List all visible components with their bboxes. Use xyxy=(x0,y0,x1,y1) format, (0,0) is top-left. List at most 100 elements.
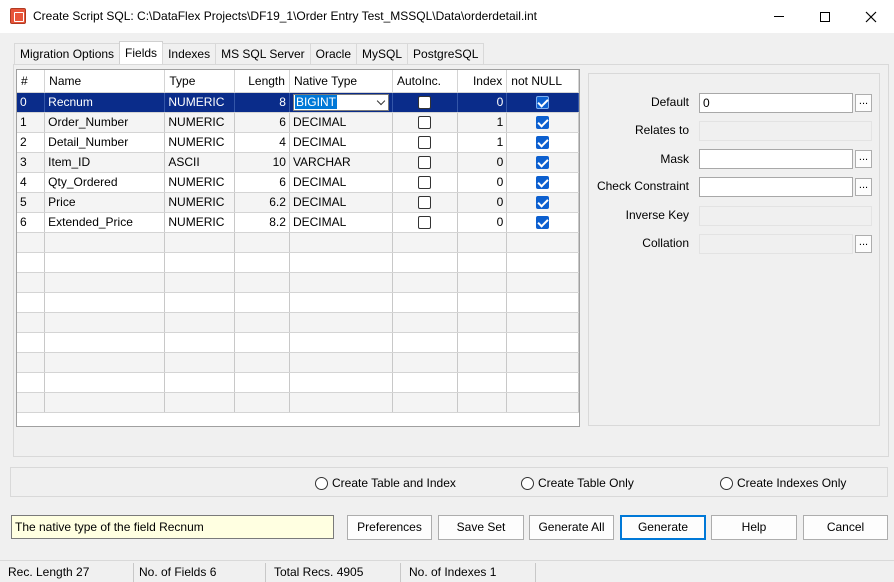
empty-row[interactable] xyxy=(17,232,579,253)
autoinc-checkbox[interactable] xyxy=(418,196,432,210)
minimize-button[interactable] xyxy=(756,0,802,33)
cell-index[interactable]: 0 xyxy=(457,192,508,213)
cell-native-type[interactable]: DECIMAL xyxy=(289,212,393,233)
cell-length[interactable]: 6.2 xyxy=(234,192,290,213)
autoinc-checkbox[interactable] xyxy=(418,176,432,190)
col-header-num[interactable]: # xyxy=(17,70,46,93)
cell-type[interactable]: ASCII xyxy=(164,152,236,173)
table-row[interactable]: 6 Extended_Price NUMERIC 8.2 DECIMAL 0 xyxy=(17,212,579,233)
table-row[interactable]: 2 Detail_Number NUMERIC 4 DECIMAL 1 xyxy=(17,132,579,153)
cell-name[interactable]: Item_ID xyxy=(44,152,166,173)
cell-native-type[interactable]: DECIMAL xyxy=(289,132,393,153)
preferences-button[interactable]: Preferences xyxy=(347,515,432,540)
cell-name[interactable]: Price xyxy=(44,192,166,213)
cell-native-type[interactable]: DECIMAL xyxy=(289,112,393,133)
check-constraint-field[interactable] xyxy=(699,177,853,197)
tab-migration-options[interactable]: Migration Options xyxy=(14,43,121,64)
empty-row[interactable] xyxy=(17,332,579,353)
cell-type[interactable]: NUMERIC xyxy=(164,92,236,113)
cell-name[interactable]: Order_Number xyxy=(44,112,166,133)
cancel-button[interactable]: Cancel xyxy=(803,515,888,540)
col-header-index[interactable]: Index xyxy=(457,70,508,93)
table-row[interactable]: 1 Order_Number NUMERIC 6 DECIMAL 1 xyxy=(17,112,579,133)
cell-index[interactable]: 0 xyxy=(457,172,508,193)
autoinc-checkbox[interactable] xyxy=(418,156,432,170)
tab-indexes[interactable]: Indexes xyxy=(162,43,217,64)
cell-name[interactable]: Recnum xyxy=(44,92,166,113)
not-null-checkbox[interactable] xyxy=(536,176,550,190)
col-header-not-null[interactable]: not NULL xyxy=(506,70,579,93)
help-button[interactable]: Help xyxy=(711,515,797,540)
col-header-native-type[interactable]: Native Type xyxy=(289,70,393,93)
save-set-button[interactable]: Save Set xyxy=(438,515,524,540)
cell-index[interactable]: 0 xyxy=(457,92,508,113)
cell-length[interactable]: 6 xyxy=(234,172,290,193)
cell-length[interactable]: 8 xyxy=(234,92,290,113)
cell-native-type[interactable]: DECIMAL xyxy=(289,192,393,213)
tab-postgresql[interactable]: PostgreSQL xyxy=(407,43,485,64)
not-null-checkbox[interactable] xyxy=(536,116,550,130)
table-row[interactable]: 3 Item_ID ASCII 10 VARCHAR 0 xyxy=(17,152,579,173)
autoinc-checkbox[interactable] xyxy=(418,116,432,130)
mask-browse-button[interactable]: ... xyxy=(855,150,872,168)
maximize-button[interactable] xyxy=(802,0,848,33)
cell-length[interactable]: 6 xyxy=(234,112,290,133)
empty-row[interactable] xyxy=(17,372,579,393)
autoinc-checkbox[interactable] xyxy=(418,216,432,230)
cell-name[interactable]: Extended_Price xyxy=(44,212,166,233)
cell-type[interactable]: NUMERIC xyxy=(164,112,236,133)
col-header-name[interactable]: Name xyxy=(44,70,166,93)
tab-mysql[interactable]: MySQL xyxy=(356,43,409,64)
empty-row[interactable] xyxy=(17,352,579,373)
not-null-checkbox[interactable] xyxy=(536,196,550,210)
cell-name[interactable]: Detail_Number xyxy=(44,132,166,153)
not-null-checkbox[interactable] xyxy=(536,96,550,110)
cell-type[interactable]: NUMERIC xyxy=(164,132,236,153)
col-header-autoinc[interactable]: AutoInc. xyxy=(392,70,458,93)
not-null-checkbox[interactable] xyxy=(536,216,550,230)
autoinc-checkbox[interactable] xyxy=(418,96,432,110)
empty-row[interactable] xyxy=(17,312,579,333)
autoinc-checkbox[interactable] xyxy=(418,136,432,150)
create-table-only-radio[interactable]: Create Table Only xyxy=(521,476,634,490)
fields-grid[interactable]: # Name Type Length Native Type AutoInc. … xyxy=(16,69,580,427)
cell-index[interactable]: 1 xyxy=(457,132,508,153)
empty-row[interactable] xyxy=(17,392,579,413)
not-null-checkbox[interactable] xyxy=(536,136,550,150)
cell-length[interactable]: 4 xyxy=(234,132,290,153)
col-header-type[interactable]: Type xyxy=(164,70,236,93)
tab-ms-sql-server[interactable]: MS SQL Server xyxy=(215,43,311,64)
create-table-and-index-radio[interactable]: Create Table and Index xyxy=(315,476,456,490)
generate-all-button[interactable]: Generate All xyxy=(529,515,614,540)
empty-row[interactable] xyxy=(17,252,579,273)
cell-type[interactable]: NUMERIC xyxy=(164,212,236,233)
generate-button[interactable]: Generate xyxy=(620,515,706,540)
cell-type[interactable]: NUMERIC xyxy=(164,192,236,213)
create-indexes-only-radio[interactable]: Create Indexes Only xyxy=(720,476,846,490)
native-type-combo[interactable]: BIGINT xyxy=(292,93,389,111)
cell-native-type[interactable]: VARCHAR xyxy=(289,152,393,173)
not-null-checkbox[interactable] xyxy=(536,156,550,170)
cell-native-type[interactable]: DECIMAL xyxy=(289,172,393,193)
table-row[interactable]: 4 Qty_Ordered NUMERIC 6 DECIMAL 0 xyxy=(17,172,579,193)
cell-length[interactable]: 8.2 xyxy=(234,212,290,233)
empty-row[interactable] xyxy=(17,292,579,313)
mask-field[interactable] xyxy=(699,149,853,169)
tab-fields[interactable]: Fields xyxy=(119,41,164,64)
tab-oracle[interactable]: Oracle xyxy=(309,43,358,64)
table-row[interactable]: 0 Recnum NUMERIC 8 BIGINT 0 xyxy=(17,92,579,113)
cell-type[interactable]: NUMERIC xyxy=(164,172,236,193)
cell-index[interactable]: 1 xyxy=(457,112,508,133)
check-constraint-browse-button[interactable]: ... xyxy=(855,178,872,196)
table-row[interactable]: 5 Price NUMERIC 6.2 DECIMAL 0 xyxy=(17,192,579,213)
cell-index[interactable]: 0 xyxy=(457,212,508,233)
close-button[interactable] xyxy=(848,0,894,33)
empty-row[interactable] xyxy=(17,272,579,293)
collation-browse-button[interactable]: ... xyxy=(855,235,872,253)
cell-index[interactable]: 0 xyxy=(457,152,508,173)
cell-name[interactable]: Qty_Ordered xyxy=(44,172,166,193)
chevron-down-icon[interactable] xyxy=(376,96,386,107)
col-header-length[interactable]: Length xyxy=(234,70,290,93)
default-field[interactable]: 0 xyxy=(699,93,853,113)
cell-length[interactable]: 10 xyxy=(234,152,290,173)
